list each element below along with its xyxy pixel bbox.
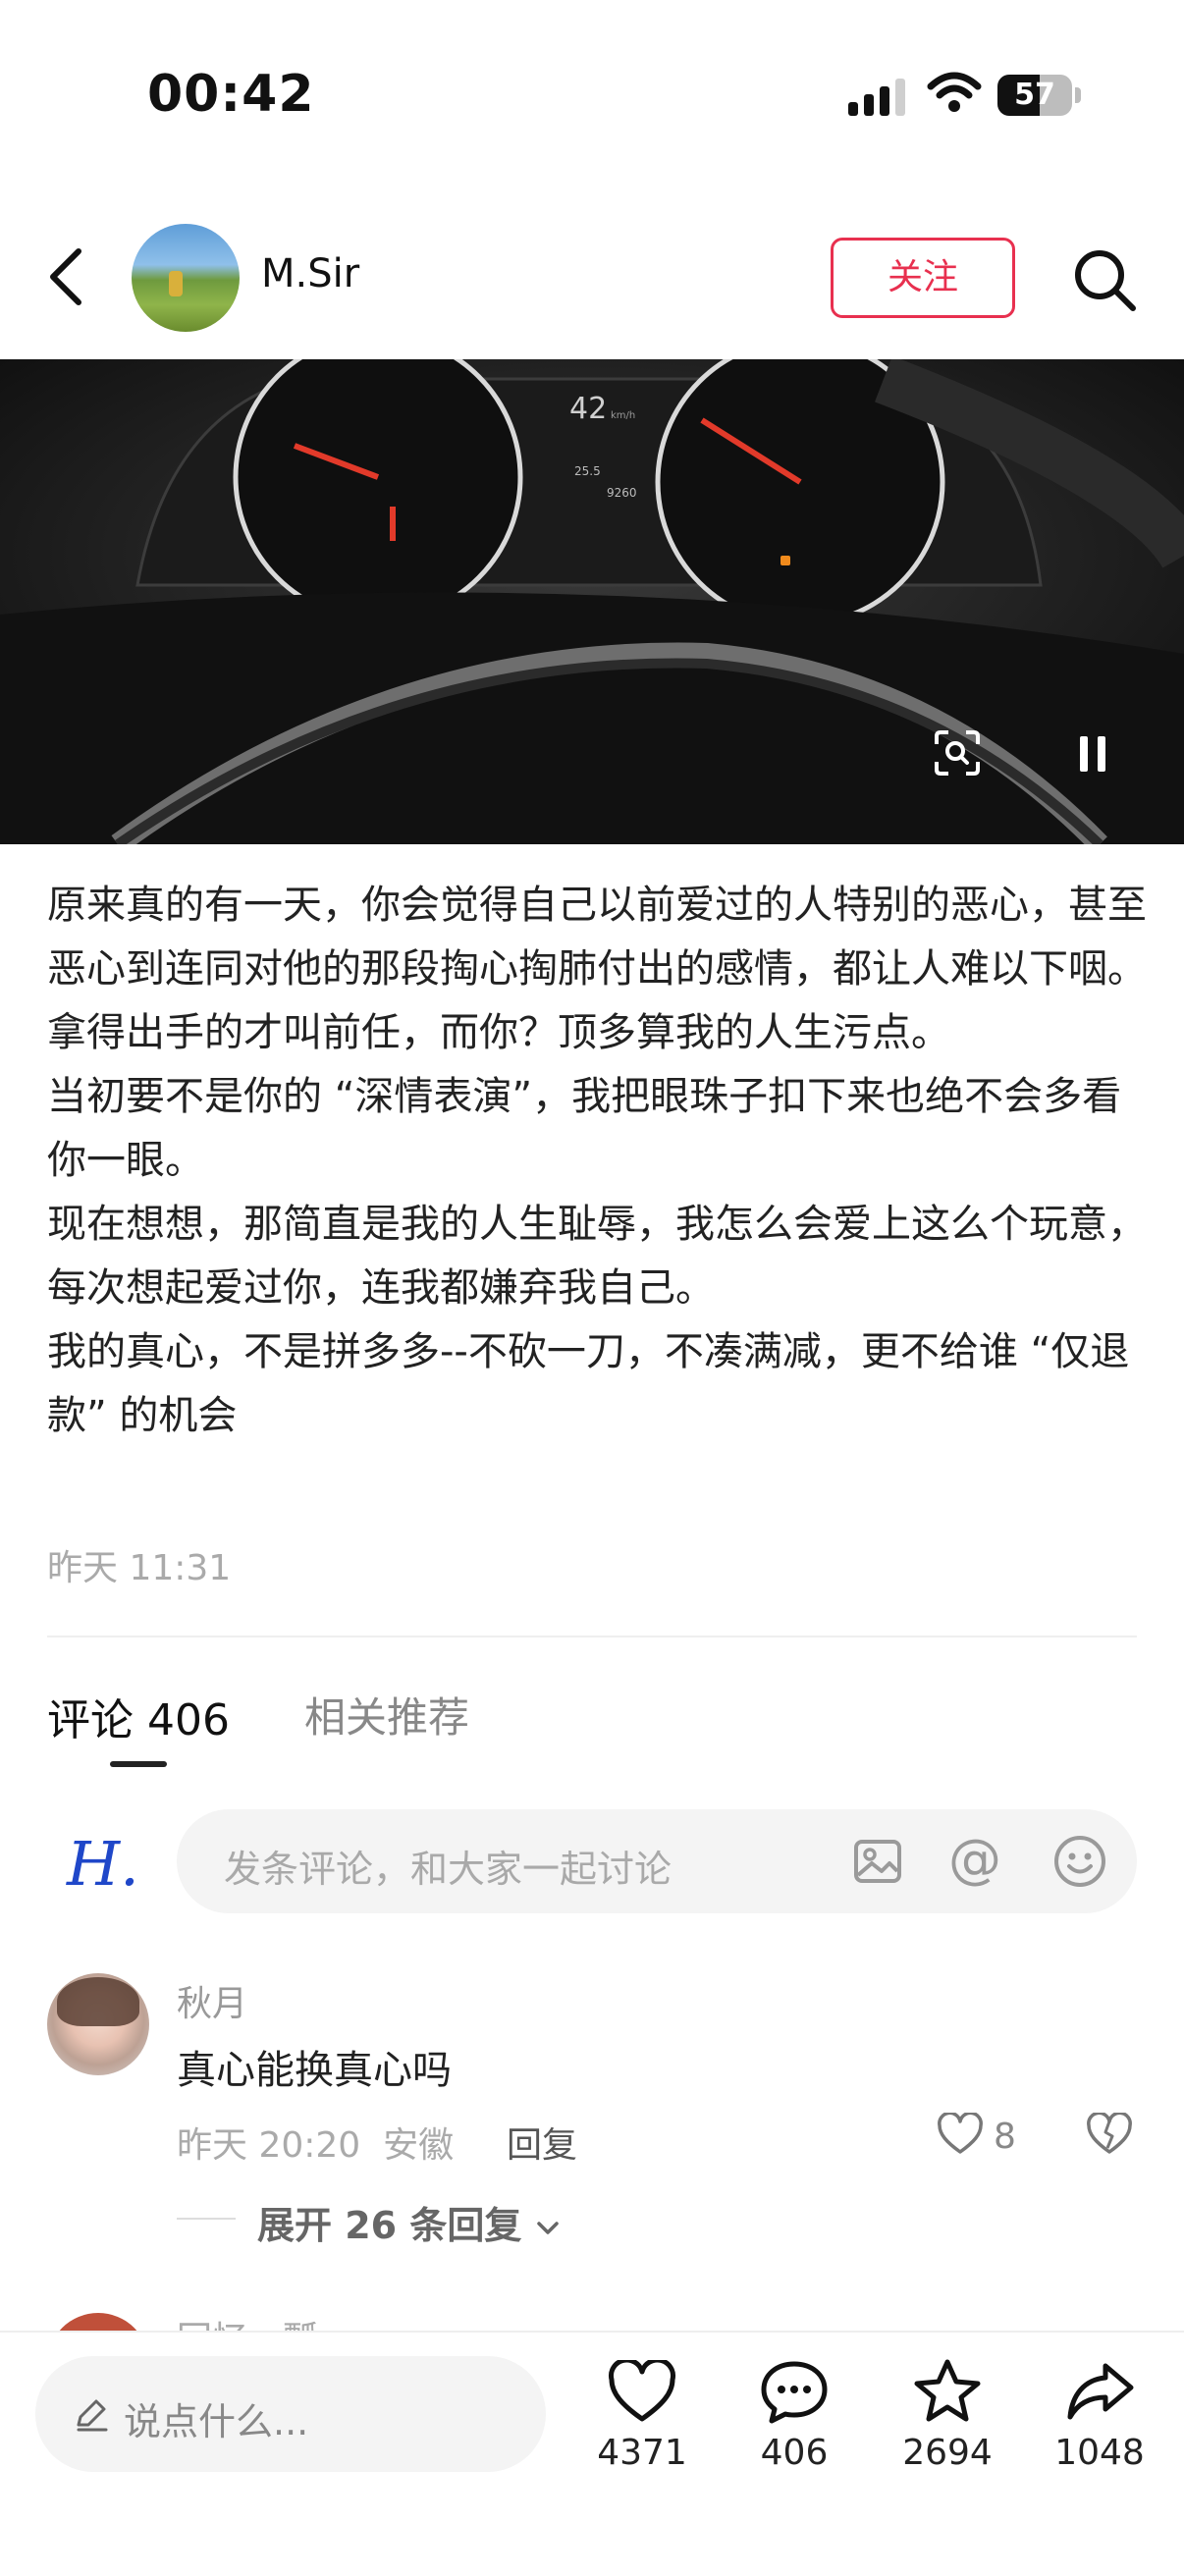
like-count: 4371 bbox=[597, 2433, 687, 2473]
mention-icon[interactable]: @ bbox=[948, 1830, 1001, 1889]
wifi-icon bbox=[927, 72, 982, 112]
tab-related[interactable]: 相关推荐 bbox=[304, 1685, 469, 1744]
dash-temp: 25.5 bbox=[574, 464, 601, 478]
expand-replies-label: 展开 26 条回复 bbox=[257, 2204, 522, 2247]
post-paragraph: 我的真心，不是拼多多--不砍一刀，不凑满减，更不给谁 “仅退款” 的机会 bbox=[47, 1329, 1130, 1438]
tab-comments[interactable]: 评论 406 bbox=[47, 1685, 230, 1747]
chevron-down-icon bbox=[536, 2221, 559, 2234]
comment-input-placeholder[interactable]: 发条评论，和大家一起讨论 bbox=[224, 1839, 672, 1893]
commenter-name[interactable]: 秋月 bbox=[177, 1975, 247, 2026]
share-count: 1048 bbox=[1054, 2433, 1145, 2473]
battery-icon: 57 bbox=[997, 75, 1082, 116]
post-paragraph: 现在想想，那简直是我的人生耻辱，我怎么会爱上这么个玩意，每次想起爱过你，连我都嫌… bbox=[47, 1202, 1147, 1311]
pause-icon[interactable] bbox=[1078, 734, 1107, 774]
next-commenter-name[interactable]: 回忆一瓢 bbox=[177, 2311, 318, 2331]
current-user-avatar[interactable]: H. bbox=[67, 1828, 139, 1900]
share-arrow-icon[interactable] bbox=[1066, 2360, 1135, 2425]
status-time: 00:42 bbox=[147, 65, 315, 124]
heart-icon[interactable] bbox=[937, 2113, 984, 2156]
star-icon[interactable] bbox=[913, 2358, 982, 2423]
post-paragraph: 原来真的有一天，你会觉得自己以前爱过的人特别的恶心，甚至恶心到连同对他的那段掏心… bbox=[47, 883, 1147, 1055]
comment-text: 真心能换真心吗 bbox=[177, 2048, 452, 2093]
post-paragraph: 当初要不是你的 “深情表演”，我把眼珠子扣下来也绝不会多看你一眼。 bbox=[47, 1074, 1122, 1183]
like-heart-icon[interactable] bbox=[608, 2360, 676, 2425]
search-icon[interactable] bbox=[1070, 245, 1139, 314]
back-icon[interactable] bbox=[45, 245, 88, 308]
dash-odometer: 9260 bbox=[607, 486, 637, 500]
dashboard-image: 42 km/h 25.5 9260 bbox=[0, 359, 1184, 844]
say-something-placeholder[interactable]: 说点什么... bbox=[124, 2391, 308, 2445]
pen-icon bbox=[77, 2399, 108, 2432]
dash-speed: 42 bbox=[569, 392, 607, 426]
active-tab-indicator bbox=[110, 1761, 167, 1767]
cellular-signal-icon bbox=[848, 79, 905, 116]
author-avatar[interactable] bbox=[132, 224, 240, 332]
video-player[interactable]: 42 km/h 25.5 9260 bbox=[0, 359, 1184, 844]
battery-percent: 57 bbox=[1014, 78, 1055, 112]
commenter-avatar[interactable] bbox=[47, 1973, 149, 2075]
comment-like-count: 8 bbox=[994, 2117, 1016, 2157]
comment-meta: 昨天 20:20 安徽 bbox=[177, 2125, 455, 2166]
divider bbox=[47, 1636, 1137, 1637]
follow-button[interactable]: 关注 bbox=[831, 238, 1015, 318]
screenshot-search-icon[interactable] bbox=[933, 728, 982, 778]
favorite-count: 2694 bbox=[902, 2433, 993, 2473]
author-name[interactable]: M.Sir bbox=[261, 251, 359, 296]
expand-replies-line bbox=[177, 2218, 236, 2220]
comment-count: 406 bbox=[760, 2433, 829, 2473]
post-body: 原来真的有一天，你会觉得自己以前爱过的人特别的恶心，甚至恶心到连同对他的那段掏心… bbox=[47, 874, 1147, 1448]
comment-bubble-icon[interactable] bbox=[760, 2360, 829, 2425]
broken-heart-icon[interactable] bbox=[1086, 2113, 1133, 2156]
dash-speed-unit: km/h bbox=[611, 410, 635, 421]
post-timestamp: 昨天 11:31 bbox=[47, 1548, 232, 1588]
emoji-icon[interactable] bbox=[1052, 1834, 1107, 1889]
expand-replies-button[interactable]: 展开 26 条回复 bbox=[257, 2195, 561, 2249]
reply-button[interactable]: 回复 bbox=[507, 2117, 577, 2168]
image-icon[interactable] bbox=[852, 1836, 903, 1887]
